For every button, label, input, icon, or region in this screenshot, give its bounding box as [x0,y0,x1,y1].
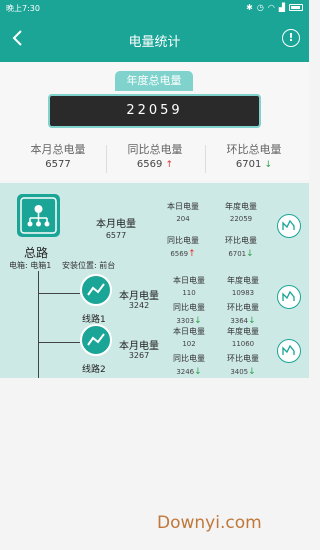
cell-label: 环比电量 [227,354,259,363]
cell-value: 110 [182,289,196,297]
alarm-icon: ◷ [256,3,264,12]
status-icons: ✱ ◷ ◠ ▟ [246,3,303,12]
location-label: 安装位置: 前台 [62,261,116,270]
stat-value: 6577 [45,159,71,170]
cell-label: 年度电量 [227,276,259,285]
cell-label: 本日电量 [173,276,205,285]
main-year-cell: 年度电量 22059 [213,201,269,223]
branch-mom-cell: 环比电量 3405↓ [215,353,271,377]
wifi-icon: ◠ [267,3,275,12]
info-icon[interactable]: ! [282,29,300,47]
stat-value: 6569 [136,159,163,170]
network-icon[interactable] [17,194,60,237]
trend-down-icon: ↓ [194,367,202,377]
divider [205,145,206,173]
cell-value: 3405 [230,368,249,376]
year-total-counter: 22059 [48,94,261,128]
trend-down-icon: ↓ [248,367,256,377]
main-day-cell: 本日电量 204 [155,201,211,223]
cell-value-wrap: 6701↓ [213,249,269,259]
cell-value-wrap: 3303↓ [161,316,217,326]
year-total-tab: 年度总电量 [115,71,193,91]
tree-branch-line [38,293,80,294]
branch-mom-cell: 环比电量 3364↓ [215,302,271,326]
cell-value: 10983 [231,289,255,297]
cell-value: 22059 [229,215,253,223]
trend-up-icon: ↑ [165,160,174,170]
cell-value: 11060 [231,340,255,348]
main-month-value: 6577 [105,231,127,240]
stat-value-wrap: 6569 ↑ [110,159,200,170]
cell-label: 环比电量 [225,236,257,245]
branch-day-cell: 本日电量 102 [161,326,217,348]
stat-month-total: 本月总电量 6577 [13,141,103,170]
main-mom-cell: 环比电量 6701↓ [213,235,269,259]
cell-label: 环比电量 [227,303,259,312]
stat-label: 本月总电量 [30,143,86,156]
cell-label: 同比电量 [167,236,199,245]
cell-value: 3364 [230,317,249,325]
status-bar: 晚上7:30 ✱ ◷ ◠ ▟ [0,0,309,17]
branch-month-label: 本月电量 [119,291,159,302]
branch-month-value: 3242 [128,301,150,310]
cell-label: 同比电量 [173,303,205,312]
status-time: 晚上7:30 [6,4,40,13]
title-bar: 电量统计 ! [0,17,309,62]
branch-year-cell: 年度电量 11060 [215,326,271,348]
stat-value: 6701 [235,159,262,170]
cell-label: 本日电量 [173,327,205,336]
trend-down-icon: ↓ [194,316,202,326]
branch-chart-icon[interactable] [277,285,301,309]
cell-label: 年度电量 [225,202,257,211]
cell-value: 3303 [176,317,195,325]
tree-branch-line [38,342,80,343]
main-chart-icon[interactable] [277,214,301,238]
trend-down-icon: ↓ [248,316,256,326]
cell-label: 年度电量 [227,327,259,336]
main-yoy-cell: 同比电量 6569↑ [155,235,211,259]
branch-year-cell: 年度电量 10983 [215,275,271,297]
bluetooth-icon: ✱ [246,3,253,12]
main-month-label: 本月电量 [96,219,136,230]
cell-label: 本日电量 [167,202,199,211]
signal-icon: ▟ [278,3,285,12]
line-trend-icon[interactable] [80,274,112,306]
cell-value: 102 [182,340,196,348]
box-label: 电箱: 电箱1 [9,261,52,270]
battery-icon [289,4,303,11]
cell-value-wrap: 3405↓ [215,367,271,377]
branch-month-label: 本月电量 [119,341,159,352]
page-title: 电量统计 [128,35,181,50]
branch-chart-icon[interactable] [277,339,301,363]
stat-mom-total: 环比总电量 6701 ↓ [209,141,299,170]
trend-up-icon: ↑ [188,249,196,259]
tree-trunk-line [38,271,39,378]
stat-value-wrap: 6701 ↓ [209,159,299,170]
trend-down-icon: ↓ [246,249,254,259]
branch-name: 线路2 [82,365,106,375]
screen: 晚上7:30 ✱ ◷ ◠ ▟ 电量统计 ! 年度总电量 22059 本月总电量 … [0,0,309,550]
cell-value: 6701 [228,250,247,258]
cell-value: 204 [176,215,190,223]
watermark: Downyi.com [157,513,262,533]
branch-yoy-cell: 同比电量 3246↓ [161,353,217,377]
cell-value: 3246 [176,368,195,376]
stat-label: 环比总电量 [226,143,282,156]
trend-down-icon: ↓ [264,160,273,170]
main-circuit-name: 总路 [24,246,49,260]
cell-label: 同比电量 [173,354,205,363]
branch-yoy-cell: 同比电量 3303↓ [161,302,217,326]
stat-yoy-total: 同比总电量 6569 ↑ [110,141,200,170]
line-trend-icon[interactable] [80,324,112,356]
divider [106,145,107,173]
branch-day-cell: 本日电量 110 [161,275,217,297]
cell-value-wrap: 3246↓ [161,367,217,377]
cell-value-wrap: 6569↑ [155,249,211,259]
cell-value: 6569 [170,250,189,258]
cell-value-wrap: 3364↓ [215,316,271,326]
branch-month-value: 3267 [128,351,150,360]
stat-label: 同比总电量 [127,143,183,156]
